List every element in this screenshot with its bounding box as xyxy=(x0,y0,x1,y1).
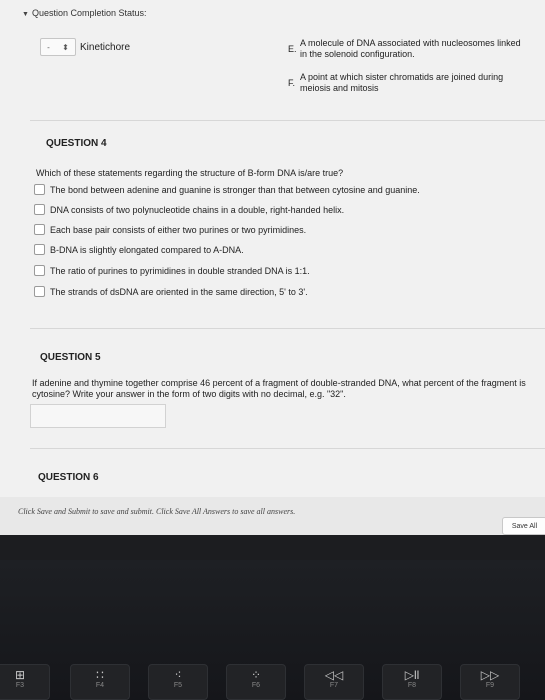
checkbox[interactable] xyxy=(34,265,45,276)
match-option-e: E. A molecule of DNA associated with nuc… xyxy=(288,38,525,60)
select-arrows-icon: ⬍ xyxy=(62,42,69,52)
match-option-letter: E. xyxy=(288,44,297,54)
key-label: F8 xyxy=(407,682,417,689)
choice-text: Each base pair consists of either two pu… xyxy=(50,224,307,235)
rewind-icon: ◁◁ xyxy=(324,668,344,682)
question-4-title: QUESTION 4 xyxy=(46,138,107,149)
checkbox[interactable] xyxy=(34,184,45,195)
match-term-label: Kinetichore xyxy=(80,42,131,53)
key-label: F9 xyxy=(485,682,495,689)
q4-choice-2[interactable]: DNA consists of two polynucleotide chain… xyxy=(34,204,344,215)
question-6-title: QUESTION 6 xyxy=(38,472,99,483)
divider xyxy=(30,328,545,329)
select-value: - xyxy=(47,42,50,52)
key-f3[interactable]: ⊞ F3 xyxy=(0,664,50,700)
match-option-letter: F. xyxy=(288,78,296,88)
checkbox[interactable] xyxy=(34,224,45,235)
keyboard-light-up-icon: ⁘ xyxy=(250,668,262,682)
q4-choice-5[interactable]: The ratio of purines to pyrimidines in d… xyxy=(34,265,310,276)
q5-answer-input[interactable] xyxy=(30,404,166,428)
divider xyxy=(30,448,545,449)
checkbox[interactable] xyxy=(34,204,45,215)
key-label: F7 xyxy=(329,682,339,689)
q4-choice-1[interactable]: The bond between adenine and guanine is … xyxy=(34,184,420,195)
key-label: F6 xyxy=(251,682,261,689)
choice-text: DNA consists of two polynucleotide chain… xyxy=(50,204,345,215)
key-f4[interactable]: ∷ F4 xyxy=(70,664,130,700)
fast-forward-icon: ▷▷ xyxy=(480,668,500,682)
q4-choice-4[interactable]: B-DNA is slightly elongated compared to … xyxy=(34,244,244,255)
match-option-f: F. A point at which sister chromatids ar… xyxy=(288,72,525,94)
choice-text: The bond between adenine and guanine is … xyxy=(50,184,420,195)
choice-text: The ratio of purines to pyrimidines in d… xyxy=(50,265,310,276)
checkbox[interactable] xyxy=(34,244,45,255)
collapse-triangle-icon[interactable]: ▼ xyxy=(22,11,29,18)
choice-text: B-DNA is slightly elongated compared to … xyxy=(50,244,244,255)
question-4-prompt: Which of these statements regarding the … xyxy=(36,168,344,178)
key-f7[interactable]: ◁◁ F7 xyxy=(304,664,364,700)
divider xyxy=(30,120,545,121)
choice-text: The strands of dsDNA are oriented in the… xyxy=(50,286,308,297)
footer-bar xyxy=(0,497,545,535)
keyboard-light-down-icon: ⁖ xyxy=(174,668,182,682)
checkbox[interactable] xyxy=(34,286,45,297)
save-all-button[interactable]: Save All xyxy=(502,517,545,535)
question-5-title: QUESTION 5 xyxy=(40,352,101,363)
key-f9[interactable]: ▷▷ F9 xyxy=(460,664,520,700)
match-option-text: A molecule of DNA associated with nucleo… xyxy=(300,38,521,59)
question-5-prompt: If adenine and thymine together comprise… xyxy=(32,378,526,399)
completion-status[interactable]: ▼ Question Completion Status: xyxy=(22,8,147,18)
assessment-page: ▼ Question Completion Status: - ⬍ Kinetic… xyxy=(0,0,545,535)
key-f8[interactable]: ▷ll F8 xyxy=(382,664,442,700)
play-pause-icon: ▷ll xyxy=(404,668,420,682)
mission-control-icon: ⊞ xyxy=(14,668,26,682)
match-option-text: A point at which sister chromatids are j… xyxy=(300,72,504,93)
key-f6[interactable]: ⁘ F6 xyxy=(226,664,286,700)
key-label: F5 xyxy=(173,682,183,689)
key-label: F4 xyxy=(95,682,105,689)
footer-instructions: Click Save and Submit to save and submit… xyxy=(18,507,296,516)
q4-choice-3[interactable]: Each base pair consists of either two pu… xyxy=(34,224,306,235)
launchpad-icon: ∷ xyxy=(96,668,104,682)
completion-status-label: Question Completion Status: xyxy=(31,8,147,18)
key-label: F3 xyxy=(15,682,25,689)
match-answer-select[interactable]: - ⬍ xyxy=(40,38,76,56)
key-f5[interactable]: ⁖ F5 xyxy=(148,664,208,700)
q4-choice-6[interactable]: The strands of dsDNA are oriented in the… xyxy=(34,286,308,297)
